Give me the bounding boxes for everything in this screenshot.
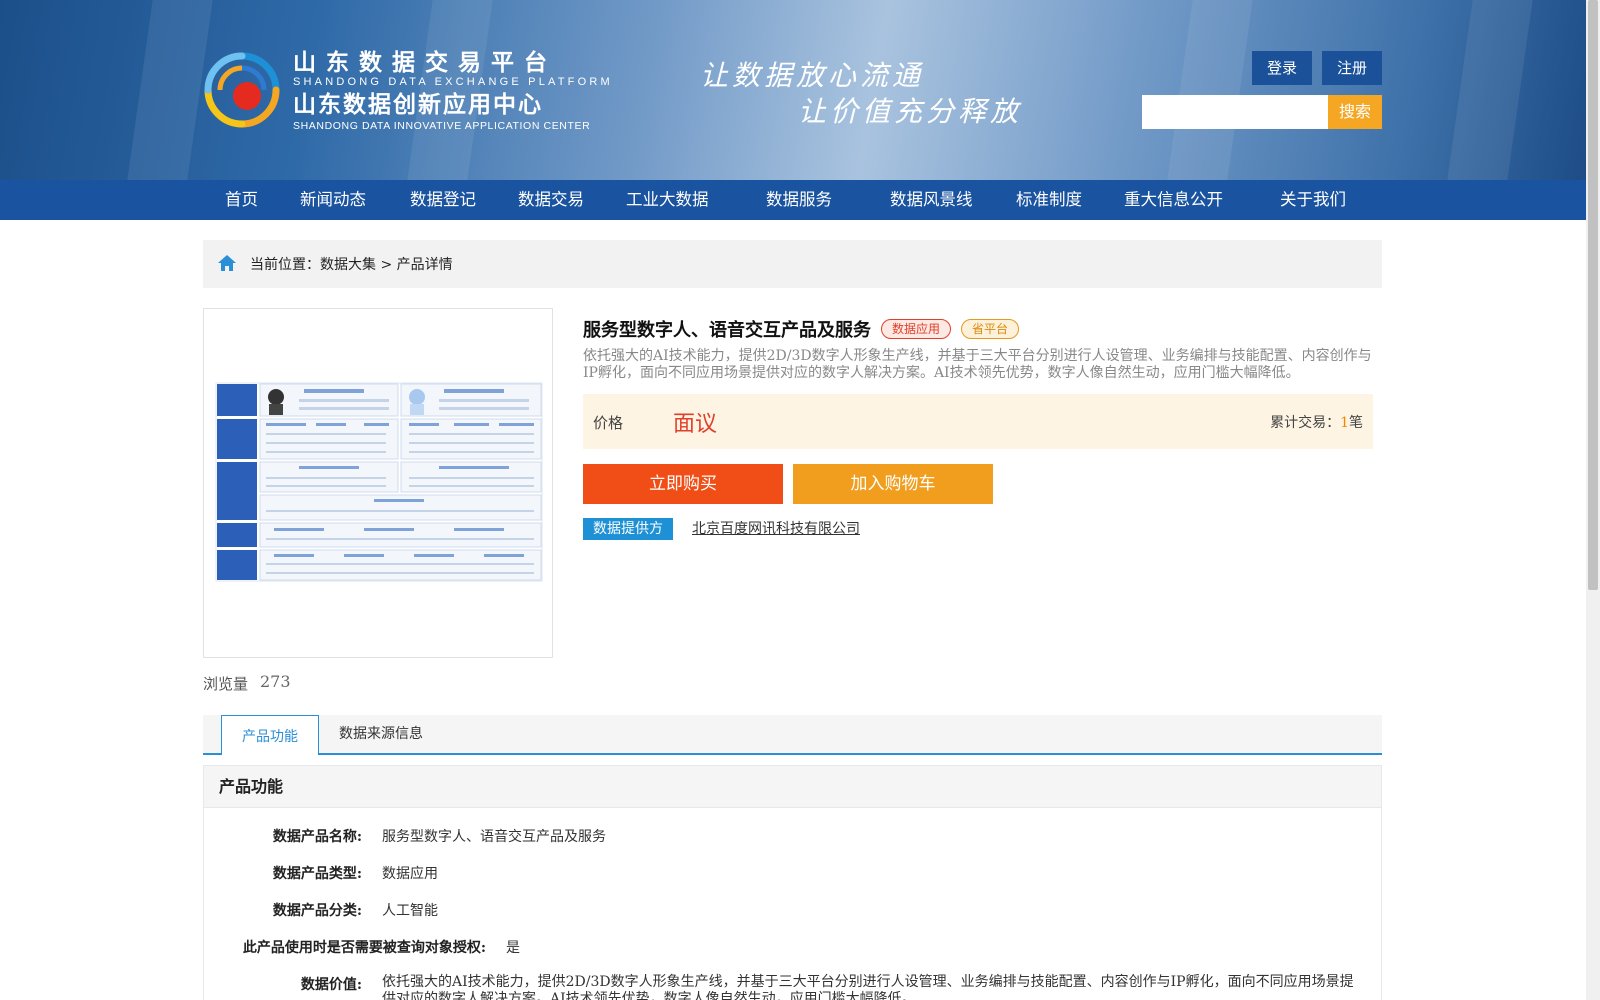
nav-item-disclosure[interactable]: 重大信息公开 bbox=[1124, 180, 1223, 220]
trade-count: 累计交易：1笔 bbox=[1270, 412, 1363, 432]
site-logo-icon[interactable] bbox=[202, 50, 282, 130]
field-value-authorization: 是 bbox=[506, 940, 520, 956]
product-image[interactable] bbox=[203, 308, 553, 658]
tag-provincial-platform: 省平台 bbox=[961, 319, 1020, 339]
field-value-product-category: 人工智能 bbox=[382, 903, 438, 919]
nav-item-news[interactable]: 新闻动态 bbox=[300, 180, 366, 220]
field-value-data-value: 依托强大的AI技术能力，提供2D/3D数字人形象生产线，并基于三大平台分别进行人… bbox=[382, 974, 1354, 1000]
field-value-product-name: 服务型数字人、语音交互产品及服务 bbox=[382, 829, 606, 845]
login-button[interactable]: 登录 bbox=[1252, 51, 1312, 85]
detail-tabs: 产品功能 数据来源信息 bbox=[203, 715, 1382, 755]
field-value-product-type: 数据应用 bbox=[382, 866, 438, 882]
breadcrumb-path[interactable]: 数据大集 > 产品详情 bbox=[320, 257, 453, 273]
nav-item-home[interactable]: 首页 bbox=[225, 180, 258, 220]
product-architecture-diagram bbox=[215, 382, 543, 582]
breadcrumb-text: 当前位置：数据大集 > 产品详情 bbox=[250, 254, 453, 274]
field-label-product-name: 数据产品名称: bbox=[272, 829, 362, 845]
breadcrumb-prefix: 当前位置： bbox=[250, 257, 320, 273]
price-label: 价格 bbox=[593, 414, 624, 432]
site-header: 山东数据交易平台 SHANDONG DATA EXCHANGE PLATFORM… bbox=[0, 0, 1586, 180]
provider-label: 数据提供方 bbox=[583, 518, 673, 540]
field-label-authorization: 此产品使用时是否需要被查询对象授权: bbox=[242, 940, 486, 956]
nav-item-data-registration[interactable]: 数据登记 bbox=[410, 180, 476, 220]
nav-item-industrial-big-data[interactable]: 工业大数据 bbox=[626, 180, 709, 220]
section-title: 产品功能 bbox=[204, 766, 1381, 808]
nav-item-about-us[interactable]: 关于我们 bbox=[1280, 180, 1346, 220]
tag-data-application: 数据应用 bbox=[881, 319, 952, 339]
product-function-section: 产品功能 数据产品名称: 服务型数字人、语音交互产品及服务 数据产品类型: 数据… bbox=[203, 765, 1382, 1000]
trade-number: 1 bbox=[1340, 415, 1349, 431]
slogan-line-1: 让数据放心流通 bbox=[700, 59, 925, 92]
field-label-data-value: 数据价值: bbox=[300, 977, 362, 993]
product-title: 服务型数字人、语音交互产品及服务 bbox=[583, 320, 871, 341]
main-nav: 首页 新闻动态 数据登记 数据交易 工业大数据 数据服务 数据风景线 标准制度 … bbox=[0, 180, 1586, 220]
page-scrollbar[interactable] bbox=[1586, 0, 1600, 1000]
logo-title-cn: 山东数据交易平台 bbox=[293, 50, 557, 76]
nav-item-data-landscape[interactable]: 数据风景线 bbox=[890, 180, 973, 220]
provider-link[interactable]: 北京百度网讯科技有限公司 bbox=[692, 518, 860, 538]
search-input[interactable] bbox=[1142, 95, 1328, 129]
product-description: 依托强大的AI技术能力，提供2D/3D数字人形象生产线，并基于三大平台分别进行人… bbox=[583, 348, 1372, 381]
trade-prefix: 累计交易： bbox=[1270, 415, 1341, 431]
home-icon[interactable] bbox=[217, 253, 237, 273]
search-button[interactable]: 搜索 bbox=[1328, 95, 1382, 129]
logo-subtitle-cn: 山东数据创新应用中心 bbox=[293, 92, 543, 118]
nav-item-data-trading[interactable]: 数据交易 bbox=[518, 180, 584, 220]
logo-subtitle-en: SHANDONG DATA INNOVATIVE APPLICATION CEN… bbox=[293, 120, 591, 132]
price-box: 价格 面议 累计交易：1笔 bbox=[583, 394, 1373, 449]
buy-now-button[interactable]: 立即购买 bbox=[583, 464, 783, 504]
logo-title-en: SHANDONG DATA EXCHANGE PLATFORM bbox=[293, 76, 613, 88]
views-label: 浏览量 bbox=[203, 675, 249, 693]
nav-item-data-services[interactable]: 数据服务 bbox=[766, 180, 832, 220]
add-to-cart-button[interactable]: 加入购物车 bbox=[793, 464, 993, 504]
nav-item-standards[interactable]: 标准制度 bbox=[1016, 180, 1082, 220]
field-label-product-type: 数据产品类型: bbox=[272, 866, 362, 882]
register-button[interactable]: 注册 bbox=[1322, 51, 1382, 85]
field-label-product-category: 数据产品分类: bbox=[272, 903, 362, 919]
breadcrumb: 当前位置：数据大集 > 产品详情 bbox=[203, 240, 1382, 288]
trade-unit: 笔 bbox=[1349, 415, 1363, 431]
slogan-line-2: 让价值充分释放 bbox=[798, 95, 1023, 128]
site-logo-text: 山东数据交易平台 SHANDONG DATA EXCHANGE PLATFORM… bbox=[293, 50, 613, 132]
scrollbar-thumb[interactable] bbox=[1588, 0, 1598, 590]
price-value: 面议 bbox=[673, 412, 718, 437]
header-decoration bbox=[1167, 0, 1253, 180]
tab-data-source-info[interactable]: 数据来源信息 bbox=[339, 715, 423, 755]
views-count: 273 bbox=[260, 672, 291, 691]
header-decoration bbox=[127, 0, 213, 180]
tab-product-function[interactable]: 产品功能 bbox=[221, 715, 319, 755]
header-decoration bbox=[1447, 0, 1533, 180]
